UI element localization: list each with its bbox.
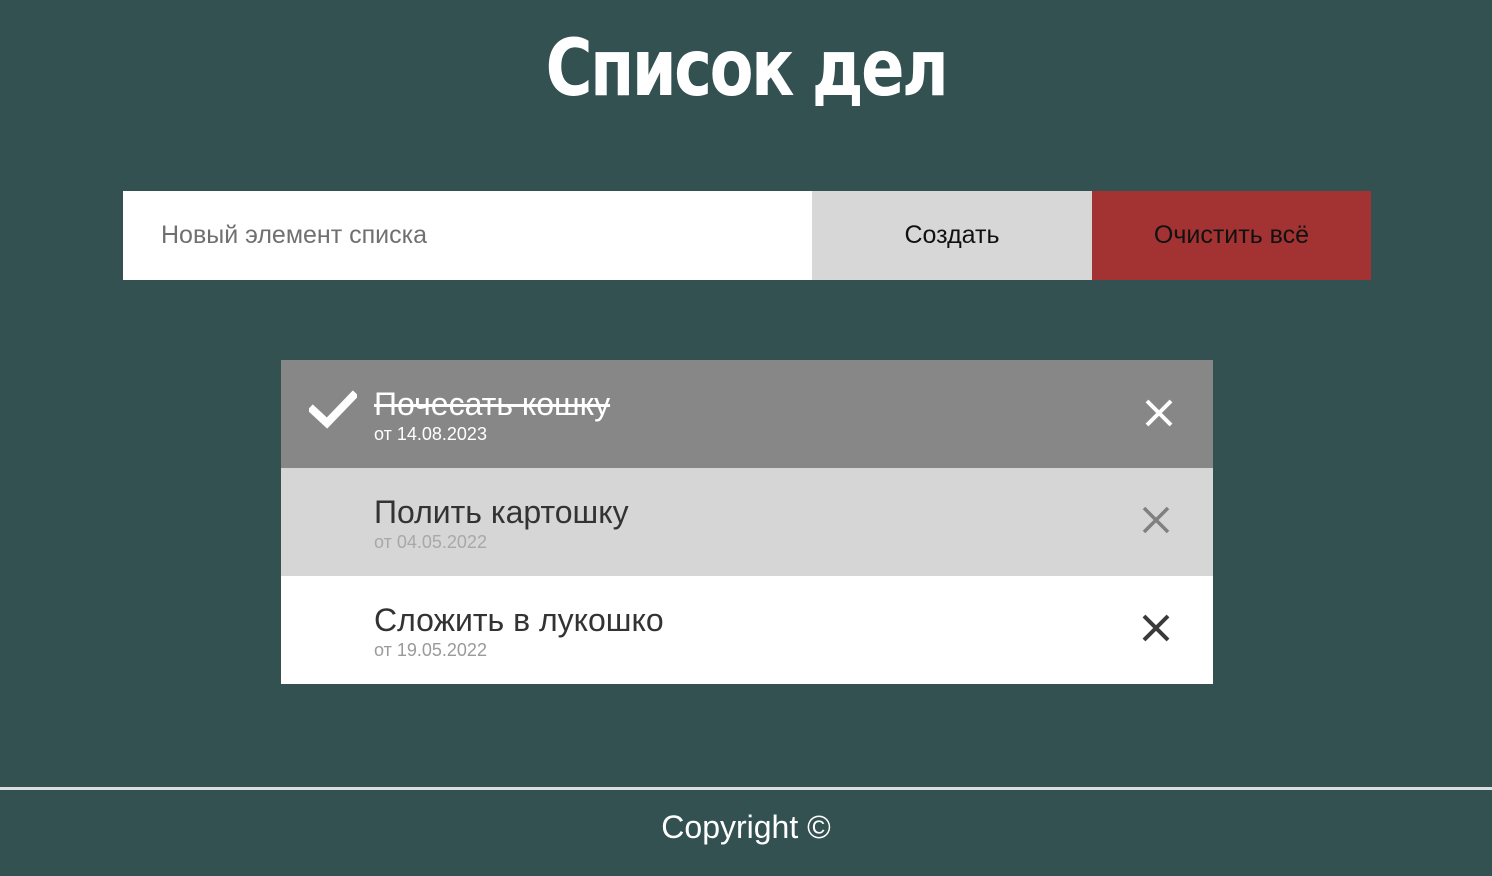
create-button[interactable]: Создать	[812, 191, 1092, 280]
new-item-toolbar: Создать Очистить всё	[123, 191, 1371, 280]
todo-item[interactable]: Полить картошку от 04.05.2022	[281, 468, 1213, 576]
clear-all-button[interactable]: Очистить всё	[1092, 191, 1371, 280]
page-title: Список дел	[545, 24, 949, 114]
todo-item-text: Почесать кошку	[374, 386, 611, 422]
new-item-input[interactable]	[123, 191, 812, 280]
todo-item[interactable]: Сложить в лукошко от 19.05.2022	[281, 576, 1213, 684]
close-icon[interactable]	[1142, 396, 1176, 430]
close-icon[interactable]	[1139, 503, 1173, 537]
footer-copyright: Copyright ©	[661, 809, 831, 845]
todo-item-date: от 14.08.2023	[374, 424, 487, 444]
check-icon[interactable]	[309, 390, 357, 430]
todo-list: Почесать кошку от 14.08.2023 Полить карт…	[281, 360, 1213, 684]
footer-divider	[0, 787, 1492, 790]
todo-item[interactable]: Почесать кошку от 14.08.2023	[281, 360, 1213, 468]
todo-item-text: Полить картошку	[374, 494, 629, 530]
todo-item-date: от 04.05.2022	[374, 532, 487, 552]
todo-item-text: Сложить в лукошко	[374, 602, 664, 638]
todo-item-date: от 19.05.2022	[374, 640, 487, 660]
close-icon[interactable]	[1139, 611, 1173, 645]
